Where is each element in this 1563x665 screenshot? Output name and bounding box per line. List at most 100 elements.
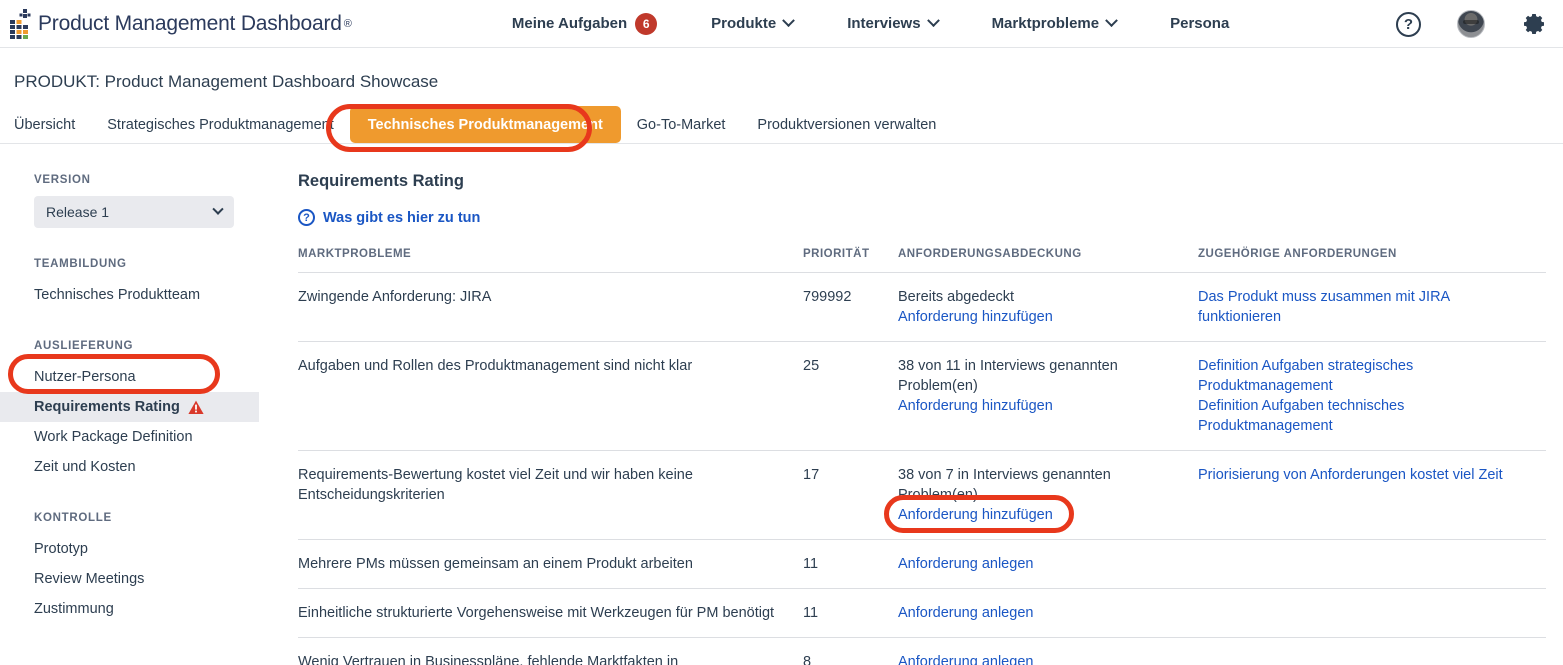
coverage-action-link[interactable]: Anforderung hinzufügen [898,307,1186,327]
col-header-zugehoerige-anforderungen: ZUGEHÖRIGE ANFORDERUNGEN [1198,248,1546,273]
sidebar-item-technisches-produktteam[interactable]: Technisches Produktteam [0,280,286,310]
table-row: Wenig Vertrauen in Businesspläne, fehlen… [298,637,1546,665]
sidebar-label-kontrolle: KONTROLLE [34,512,112,524]
coverage-status-text: 38 von 11 in Interviews genannten Proble… [898,358,1118,394]
version-select-value: Release 1 [46,204,110,220]
sidebar-item-requirements-rating[interactable]: Requirements Rating [0,392,259,422]
brand-logo-area[interactable]: Product Management Dashboard ® [0,8,352,39]
help-glyph: ? [303,211,310,224]
avatar[interactable] [1457,10,1485,38]
coverage-status-text: 38 von 7 in Interviews genannten Problem… [898,467,1111,503]
sidebar-group-kontrolle: KONTROLLE Prototyp Review Meetings Zusti… [0,512,286,624]
cell-coverage: 38 von 11 in Interviews genannten Proble… [898,341,1198,451]
cell-priority: 11 [803,539,898,589]
sidebar-item-review-meetings[interactable]: Review Meetings [0,564,286,594]
sidebar-label-teambildung: TEAMBILDUNG [34,258,127,270]
table-body: Zwingende Anforderung: JIRA 799992 Berei… [298,272,1546,665]
sidebar-item-prototyp[interactable]: Prototyp [0,534,286,564]
cell-related: Priorisierung von Anforderungen kostet v… [1198,450,1546,540]
cell-priority: 799992 [803,272,898,342]
coverage-action-link[interactable]: Anforderung hinzufügen [898,396,1186,416]
nav-label-interviews: Interviews [847,15,921,32]
tab-uebersicht[interactable]: Übersicht [14,106,91,143]
table-row: Aufgaben und Rollen des Produktmanagemen… [298,341,1546,451]
what-to-do-here-label: Was gibt es hier zu tun [323,209,481,226]
table-row: Zwingende Anforderung: JIRA 799992 Berei… [298,272,1546,342]
brand-registered-mark: ® [343,17,352,30]
nav-item-meine-aufgaben[interactable]: Meine Aufgaben 6 [512,12,658,35]
cell-coverage: 38 von 7 in Interviews genannten Problem… [898,450,1198,540]
sidebar-item-nutzer-persona[interactable]: Nutzer-Persona [0,362,286,392]
cell-coverage: Anforderung anlegen [898,588,1198,638]
table-row: Mehrere PMs müssen gemeinsam an einem Pr… [298,539,1546,589]
cell-priority: 11 [803,588,898,638]
nav-item-marktprobleme[interactable]: Marktprobleme [991,14,1118,32]
product-management-dashboard-logo-icon [10,8,31,39]
sidebar-label-auslieferung: AUSLIEFERUNG [34,340,134,352]
brand-name: Product Management Dashboard [38,11,342,35]
nav-item-interviews[interactable]: Interviews [847,14,940,32]
page-body: VERSION Release 1 TEAMBILDUNG Technische… [0,144,1563,665]
main-content: Requirements Rating ? Was gibt es hier z… [286,144,1563,665]
tab-strategisches-produktmanagement[interactable]: Strategisches Produktmanagement [91,106,350,143]
coverage-action-link[interactable]: Anforderung hinzufügen [898,505,1186,525]
sidebar-item-zustimmung[interactable]: Zustimmung [0,594,286,624]
help-glyph: ? [1403,15,1414,33]
gear-icon[interactable] [1521,11,1547,37]
table-head: MARKTPROBLEME PRIORITÄT ANFORDERUNGSABDE… [298,248,1546,273]
page-title: PRODUKT: Product Management Dashboard Sh… [14,72,439,91]
nav-label-marktprobleme: Marktprobleme [991,15,1100,32]
coverage-action-link[interactable]: Anforderung anlegen [898,603,1186,623]
sidebar-item-label: Prototyp [34,541,88,557]
version-select-wrap: Release 1 [0,196,286,228]
cell-problem: Aufgaben und Rollen des Produktmanagemen… [298,341,803,451]
sidebar-item-zeit-und-kosten[interactable]: Zeit und Kosten [0,452,286,482]
what-to-do-here-link[interactable]: ? Was gibt es hier zu tun [298,209,1546,226]
tab-go-to-market[interactable]: Go-To-Market [621,106,742,143]
sidebar-item-label: Nutzer-Persona [34,369,136,385]
version-select[interactable]: Release 1 [34,196,234,228]
related-requirement-link[interactable]: Priorisierung von Anforderungen kostet v… [1198,465,1534,485]
nav-item-produkte[interactable]: Produkte [711,14,796,32]
task-count-badge: 6 [635,12,658,35]
cell-problem: Wenig Vertrauen in Businesspläne, fehlen… [298,637,803,665]
section-title: Requirements Rating [298,172,464,190]
chevron-down-icon [1105,14,1118,28]
sidebar-item-label: Review Meetings [34,571,145,587]
main-nav: Meine Aufgaben 6 Produkte Interviews Mar… [512,12,1229,35]
sidebar-item-label: Technisches Produktteam [34,287,201,303]
table-row: Einheitliche strukturierte Vorgehensweis… [298,588,1546,638]
col-header-anforderungsabdeckung: ANFORDERUNGSABDECKUNG [898,248,1198,273]
tab-produktversionen-verwalten[interactable]: Produktversionen verwalten [741,106,952,143]
help-icon: ? [298,209,315,226]
sidebar-label-version: VERSION [34,174,91,186]
coverage-action-link[interactable]: Anforderung anlegen [898,554,1186,574]
table-header-row: MARKTPROBLEME PRIORITÄT ANFORDERUNGSABDE… [298,248,1546,273]
related-requirement-link[interactable]: Das Produkt muss zusammen mit JIRA funkt… [1198,287,1534,327]
sidebar-item-work-package-definition[interactable]: Work Package Definition [0,422,286,452]
cell-priority: 25 [803,341,898,451]
sidebar-item-label: Zustimmung [34,601,114,617]
coverage-status-text: Bereits abgedeckt [898,289,1015,305]
related-requirement-link[interactable]: Definition Aufgaben technisches Produktm… [1198,396,1534,436]
help-icon[interactable]: ? [1396,11,1421,37]
related-requirement-link[interactable]: Definition Aufgaben strategisches Produk… [1198,356,1534,396]
sidebar-group-teambildung: TEAMBILDUNG Technisches Produktteam [0,258,286,310]
nav-label-produkte: Produkte [711,15,777,32]
cell-coverage: Anforderung anlegen [898,637,1198,665]
nav-label-persona: Persona [1170,15,1230,32]
cell-related [1198,539,1546,589]
requirements-rating-table: MARKTPROBLEME PRIORITÄT ANFORDERUNGSABDE… [298,248,1546,665]
coverage-action-link[interactable]: Anforderung anlegen [898,652,1186,665]
cell-priority: 8 [803,637,898,665]
cell-coverage: Anforderung anlegen [898,539,1198,589]
cell-related: Definition Aufgaben strategisches Produk… [1198,341,1546,451]
cell-coverage: Bereits abgedeckt Anforderung hinzufügen [898,272,1198,342]
cell-problem: Einheitliche strukturierte Vorgehensweis… [298,588,803,638]
col-header-prioritaet: PRIORITÄT [803,248,898,273]
cell-problem: Requirements-Bewertung kostet viel Zeit … [298,450,803,540]
top-right-actions: ? [1396,0,1547,48]
nav-item-persona[interactable]: Persona [1170,15,1229,32]
tab-technisches-produktmanagement[interactable]: Technisches Produktmanagement [349,106,621,143]
table-row: Requirements-Bewertung kostet viel Zeit … [298,450,1546,540]
